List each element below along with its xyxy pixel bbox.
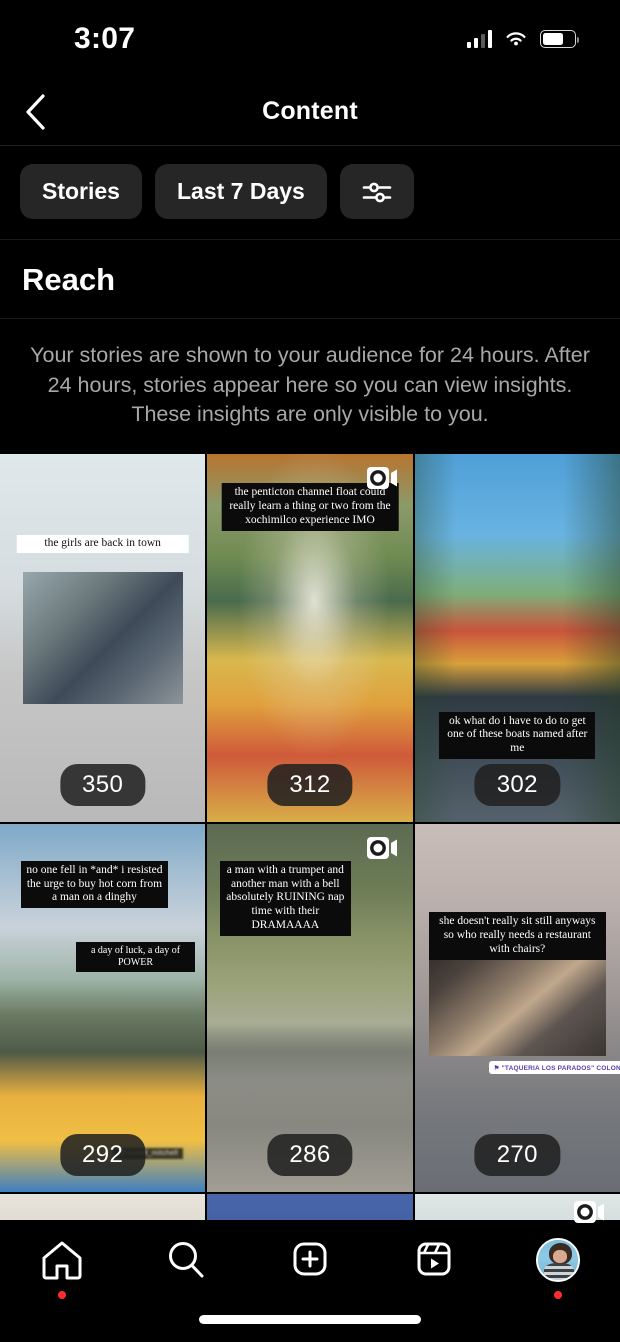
story-tile[interactable]: a man with a trumpet and another man wit… [207,823,413,1192]
status-bar-indicators [466,30,579,48]
home-indicator [199,1315,421,1324]
reach-count-badge: 312 [267,763,353,806]
tab-create[interactable] [265,1238,355,1299]
story-overlay-text: she doesn't really sit still anyways so … [429,912,606,960]
reach-count-badge: 302 [474,763,560,806]
filter-bar: Stories Last 7 Days [0,146,620,240]
chevron-left-icon [26,93,45,130]
story-overlay-text-secondary: a day of luck, a day of POWER [75,941,196,972]
reach-count-badge: 286 [267,1133,353,1176]
reach-count-badge: 270 [474,1133,560,1176]
tab-profile[interactable] [513,1238,603,1299]
story-tile[interactable]: the girls are back in town 350 [0,453,206,822]
cellular-signal-icon [466,30,492,48]
search-icon [169,1242,204,1278]
reach-count-badge: 292 [60,1133,146,1176]
wifi-icon [504,30,528,48]
story-overlay-text: a man with a trumpet and another man wit… [219,860,352,936]
back-button[interactable] [10,87,60,137]
home-icon [42,1241,82,1280]
status-bar-clock: 3:07 [74,22,136,55]
story-overlay-text: no one fell in *and* i resisted the urge… [20,860,169,909]
stories-grid: the girls are back in town 350 the penti… [0,453,620,1254]
reach-description: Your stories are shown to your audience … [30,343,590,427]
profile-notification-dot [554,1291,562,1299]
reach-title: Reach [22,262,116,297]
story-tile[interactable]: she doesn't really sit still anyways so … [414,823,620,1192]
tab-home[interactable] [17,1238,107,1299]
instagram-insights-screen: 3:07 Content Stories Last 7 Days Reach Y… [0,0,620,1342]
story-tile[interactable]: no one fell in *and* i resisted the urge… [0,823,206,1192]
tab-search[interactable] [141,1238,231,1299]
story-tile[interactable]: ok what do i have to do to get one of th… [414,453,620,822]
story-overlay-text: the girls are back in town [16,534,189,553]
filter-date-range[interactable]: Last 7 Days [154,164,327,219]
story-photo [22,571,183,705]
story-photo [429,945,606,1056]
story-location-tag: ⚑ "TAQUERIA LOS PARADOS" COLONIA RO... [488,1061,620,1075]
reels-icon [417,1242,451,1276]
video-indicator-icon [366,466,399,495]
filter-content-type[interactable]: Stories [20,164,142,219]
story-tile[interactable]: the penticton channel float could really… [207,453,413,822]
video-indicator-icon [573,1200,606,1229]
battery-icon [540,30,579,48]
plus-square-icon [293,1242,327,1276]
story-overlay-text: ok what do i have to do to get one of th… [439,711,596,759]
sliders-icon [362,182,392,202]
video-indicator-icon [366,836,399,865]
page-title: Content [262,97,358,125]
reach-count-badge: 350 [60,763,146,806]
profile-avatar-icon [536,1238,580,1282]
filter-settings-button[interactable] [339,164,414,219]
home-notification-dot [58,1291,66,1299]
status-bar: 3:07 [0,0,620,78]
navigation-bar: Content [0,78,620,146]
tab-reels[interactable] [389,1238,479,1299]
reach-section-header: Reach [0,240,620,319]
